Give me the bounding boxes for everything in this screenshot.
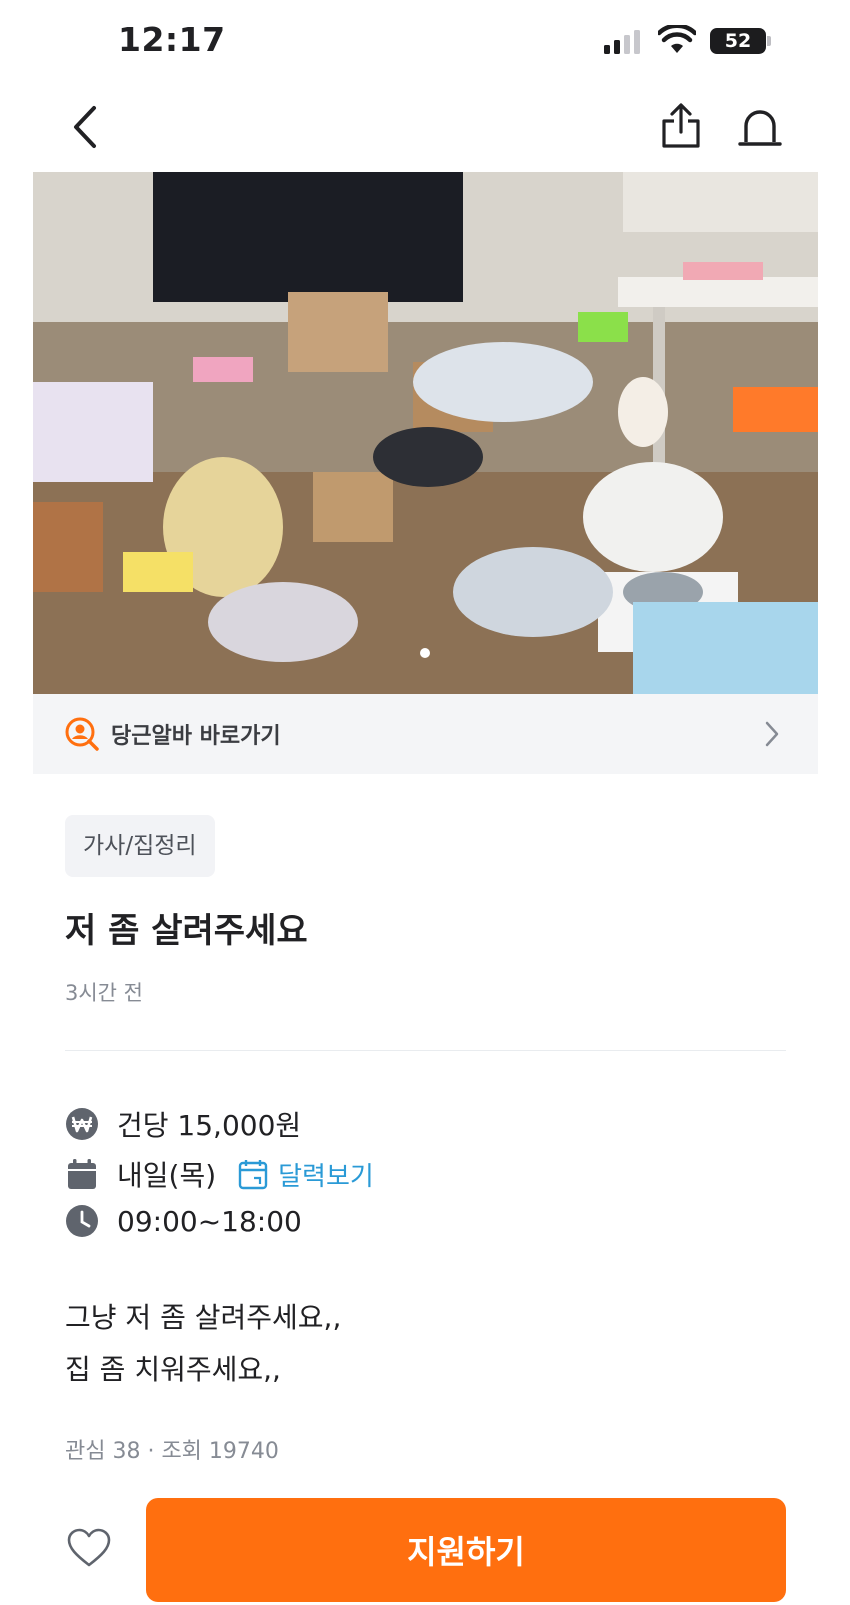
wifi-icon <box>658 25 696 53</box>
alba-shortcut-banner[interactable]: 당근알바 바로가기 <box>33 694 818 774</box>
clock-icon <box>66 1205 98 1237</box>
calendar-view-link[interactable]: 달력보기 <box>238 1156 374 1193</box>
calendar-icon <box>68 1159 96 1189</box>
date-value: 내일(목) <box>117 1159 217 1192</box>
share-icon[interactable] <box>660 102 702 150</box>
battery-tip <box>767 36 771 46</box>
post-photo[interactable] <box>33 172 818 694</box>
post-stats: 관심 38 · 조회 19740 <box>65 1439 279 1464</box>
divider <box>65 1050 786 1051</box>
carousel-dot <box>420 648 430 658</box>
calendar-outline-icon <box>238 1160 268 1190</box>
pay-value: 건당 15,000원 <box>117 1109 302 1142</box>
date-row: 내일(목) 달력보기 <box>65 1154 374 1194</box>
category-badge: 가사/집정리 <box>65 815 215 877</box>
calendar-link-label: 달력보기 <box>278 1161 374 1192</box>
chevron-right-icon <box>765 721 779 747</box>
description-line: 집 좀 치워주세요,, <box>65 1353 281 1386</box>
pay-row: 건당 15,000원 <box>65 1104 301 1144</box>
description-line: 그냥 저 좀 살려주세요,, <box>65 1301 342 1334</box>
status-time: 12:17 <box>118 20 226 59</box>
won-icon <box>66 1108 98 1140</box>
siren-icon[interactable] <box>738 104 782 150</box>
time-value: 09:00~18:00 <box>117 1204 302 1238</box>
apply-button[interactable]: 지원하기 <box>146 1498 786 1602</box>
carousel-indicator <box>0 648 850 658</box>
banner-label: 당근알바 바로가기 <box>111 724 281 749</box>
person-search-icon <box>65 717 99 751</box>
cluttered-room-image <box>33 172 818 694</box>
signal-icon <box>604 30 640 54</box>
posted-time: 3시간 전 <box>65 981 143 1005</box>
post-title: 저 좀 살려주세요 <box>65 911 308 951</box>
time-row: 09:00~18:00 <box>65 1204 302 1238</box>
battery-indicator: 52 <box>710 28 766 54</box>
heart-icon[interactable] <box>66 1527 112 1569</box>
post-description: 그냥 저 좀 살려주세요,, 집 좀 치워주세요,, <box>65 1292 341 1396</box>
chevron-left-icon[interactable] <box>68 104 104 150</box>
